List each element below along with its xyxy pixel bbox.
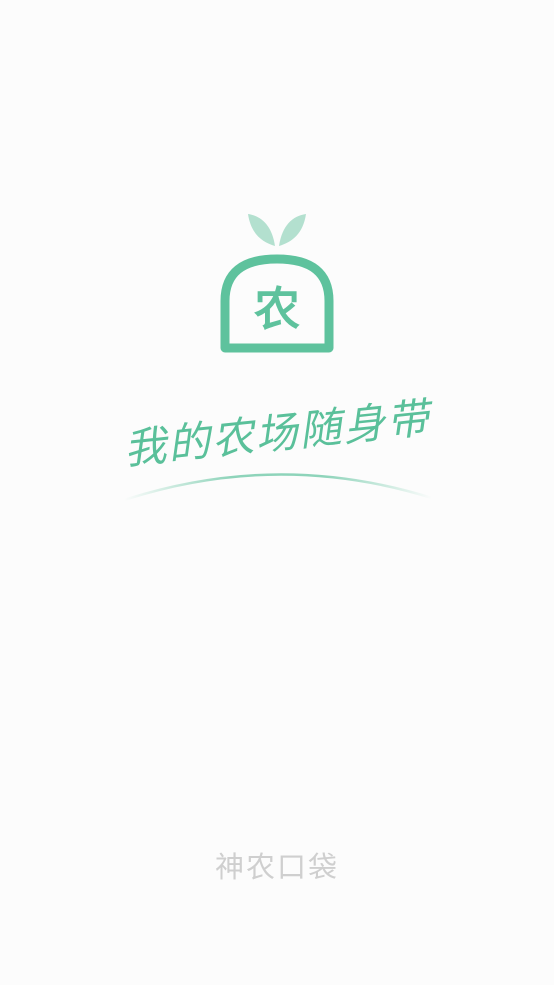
sprout-bag-icon: 农 [220, 214, 334, 353]
logo-char: 农 [254, 282, 300, 336]
app-logo: 农 [218, 208, 336, 356]
brand-name: 神农口袋 [214, 850, 339, 884]
splash-screen: 农 我的农场随身带 神农口袋 [0, 0, 554, 985]
status-bar [0, 0, 554, 40]
slogan-underline-arc [123, 473, 433, 502]
